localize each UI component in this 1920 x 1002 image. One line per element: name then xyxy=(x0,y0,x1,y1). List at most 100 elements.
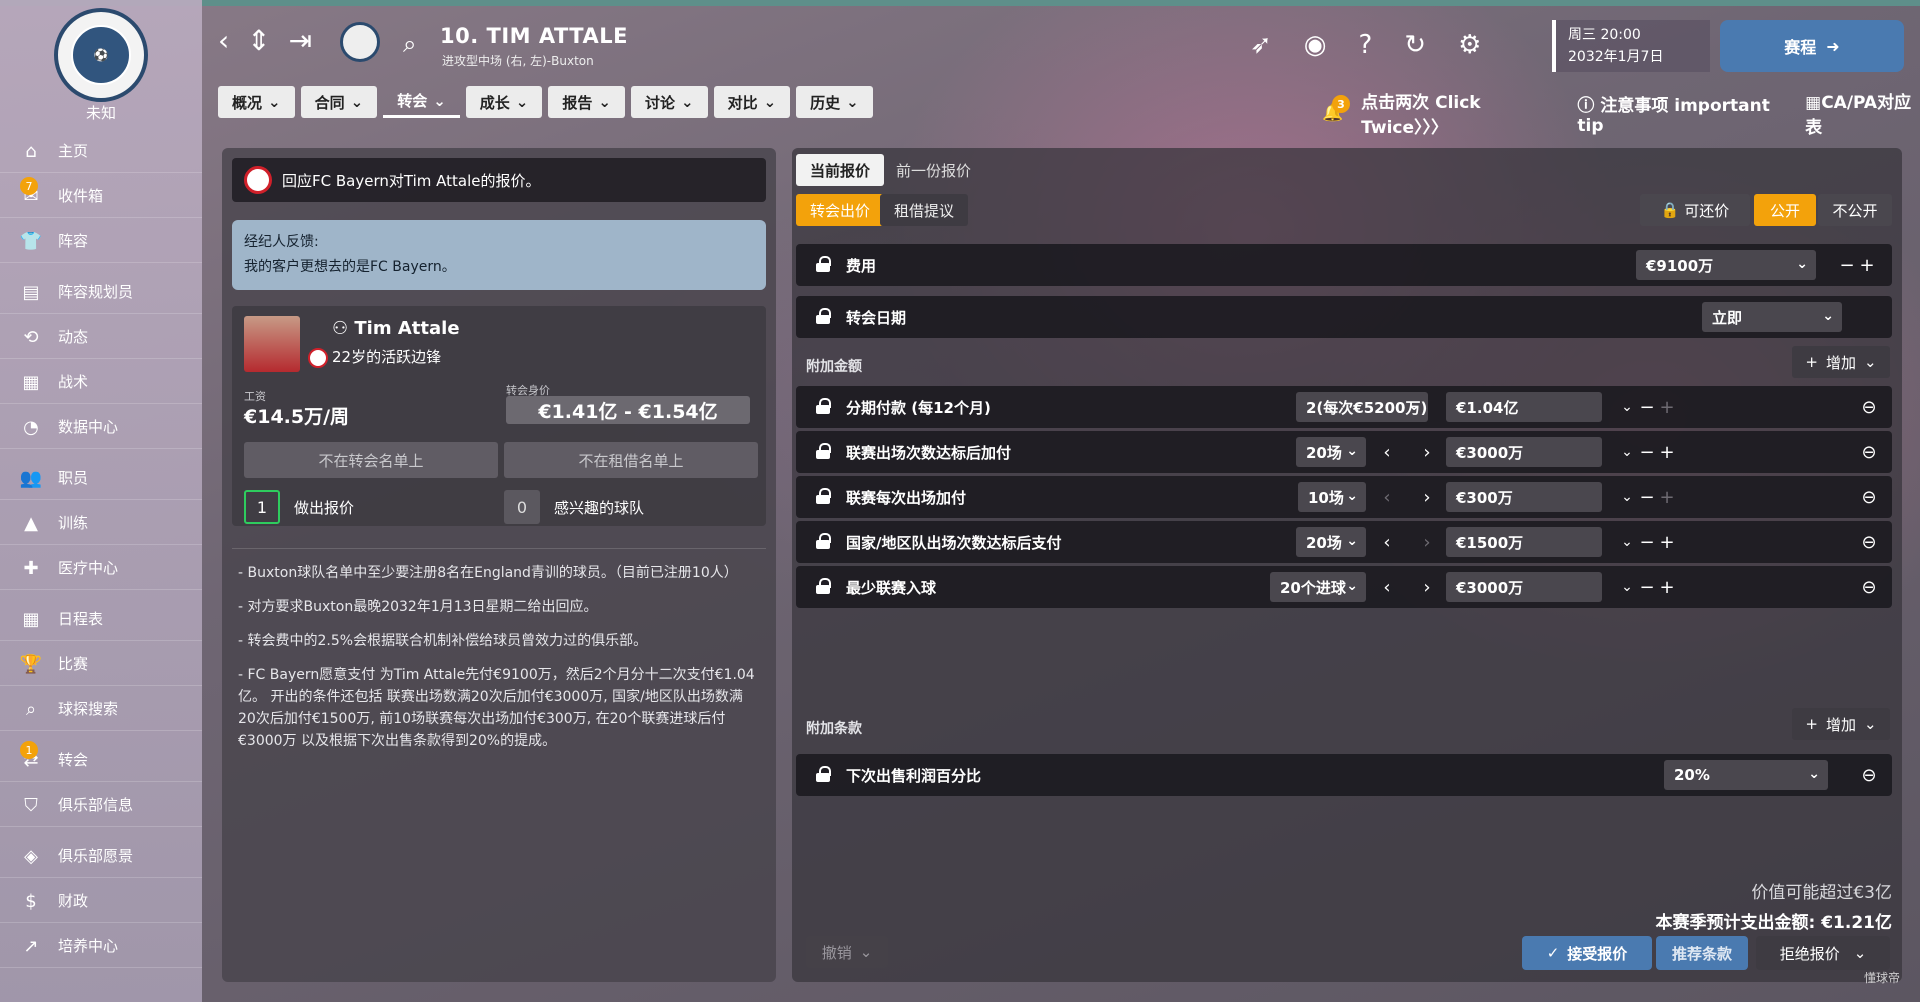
sidebar-item-17[interactable]: ↗ 培养中心 xyxy=(0,923,202,968)
tab-4[interactable]: 报告 ⌄ xyxy=(548,86,625,118)
private-toggle[interactable]: 不公开 xyxy=(1818,194,1892,226)
sidebar-item-15[interactable]: ◈ 俱乐部愿景 xyxy=(0,833,202,878)
sidebar-item-5[interactable]: ▦ 战术 xyxy=(0,359,202,404)
increase-arrow-icon[interactable]: › xyxy=(1412,437,1442,467)
plus-button[interactable]: + xyxy=(1652,572,1682,602)
sidebar-item-0[interactable]: ⌂ 主页 xyxy=(0,128,202,173)
addon-option-select[interactable]: 20个进球 ⌄ xyxy=(1270,572,1366,602)
public-toggle[interactable]: 公开 xyxy=(1754,194,1816,226)
addon-option-select[interactable]: 2(每次€5200万) ⌄ xyxy=(1296,392,1428,422)
sidebar-item-16[interactable]: $ 财政 xyxy=(0,878,202,923)
sidebar-item-2[interactable]: 👕 阵容 xyxy=(0,218,202,263)
remove-circle-icon[interactable]: ⊖ xyxy=(1854,527,1884,557)
back-arrow-icon[interactable]: ‹ xyxy=(218,24,229,57)
sidebar-item-12[interactable]: ⌕ 球探搜索 xyxy=(0,686,202,731)
tab-transfer-offer[interactable]: 转会出价 xyxy=(796,194,885,226)
tab-0[interactable]: 概况 ⌄ xyxy=(218,86,295,118)
refresh-icon[interactable]: ↻ xyxy=(1404,30,1426,60)
sell-on-select[interactable]: 20% ⌄ xyxy=(1664,760,1828,790)
plus-button[interactable]: + xyxy=(1652,482,1682,512)
chevron-down-icon[interactable]: ⌄ xyxy=(1796,256,1808,272)
cancel-button[interactable]: 撤销 ⌄ xyxy=(806,936,888,968)
tab-previous-offer[interactable]: 前一份报价 xyxy=(882,154,985,186)
addon-amount-input[interactable]: €300万 xyxy=(1446,482,1602,512)
negotiable-button[interactable]: 🔒 可还价 xyxy=(1640,194,1750,226)
addon-option-select[interactable]: 20场 ⌄ xyxy=(1296,437,1366,467)
tab-1[interactable]: 合同 ⌄ xyxy=(300,86,378,118)
increase-arrow-icon[interactable]: › xyxy=(1412,572,1442,602)
gear-icon[interactable]: ⚙ xyxy=(1458,30,1481,60)
tab-5[interactable]: 讨论 ⌄ xyxy=(630,86,708,118)
lock-icon[interactable] xyxy=(816,398,831,414)
decrease-arrow-icon[interactable]: ‹ xyxy=(1372,527,1402,557)
sidebar-item-6[interactable]: ◔ 数据中心 xyxy=(0,404,202,449)
add-addon-button[interactable]: + 增加 ⌄ xyxy=(1792,346,1890,378)
addon-amount-input[interactable]: €3000万 xyxy=(1446,572,1602,602)
remove-circle-icon[interactable]: ⊖ xyxy=(1854,437,1884,467)
tip-important[interactable]: ⓘ 注意事项 important tip xyxy=(1577,91,1787,136)
sidebar-item-7[interactable]: 👥 职员 xyxy=(0,455,202,500)
search-icon[interactable]: ⌕ xyxy=(403,30,416,58)
club-logo[interactable]: ⚽ xyxy=(54,8,148,102)
addon-option-select[interactable]: 10场 ⌄ xyxy=(1298,482,1366,512)
lock-icon[interactable] xyxy=(816,488,831,504)
lock-icon[interactable] xyxy=(816,308,831,324)
tip-ca-pa[interactable]: ▦CA/PA对应表 xyxy=(1805,88,1920,138)
sidebar-item-1[interactable]: ✉ 7 收件箱 xyxy=(0,173,202,218)
addon-amount-input[interactable]: €1500万 xyxy=(1446,527,1602,557)
addon-amount-input[interactable]: €3000万 xyxy=(1446,437,1602,467)
suggest-terms-button[interactable]: 推荐条款 xyxy=(1656,936,1748,970)
fee-input[interactable]: €9100万 ⌄ xyxy=(1636,250,1816,280)
up-down-icon[interactable]: ⇕ xyxy=(247,24,270,57)
club-badge-icon[interactable] xyxy=(340,22,380,62)
sidebar-item-11[interactable]: 🏆 比赛 xyxy=(0,641,202,686)
decrease-arrow-icon[interactable]: ‹ xyxy=(1372,572,1402,602)
remove-circle-icon[interactable]: ⊖ xyxy=(1854,392,1884,422)
skip-forward-icon[interactable]: ⇥ xyxy=(289,24,312,57)
fixtures-button[interactable]: 赛程 ➜ xyxy=(1720,20,1904,72)
notification-bell[interactable]: 🔔 3 xyxy=(1322,95,1350,123)
loan-list-button[interactable]: 不在租借名单上 xyxy=(504,442,758,478)
tab-2[interactable]: 转会 ⌄ xyxy=(383,86,460,118)
brain-icon[interactable]: ◉ xyxy=(1304,30,1327,60)
lock-icon[interactable] xyxy=(816,578,831,594)
tab-3[interactable]: 成长 ⌄ xyxy=(465,86,543,118)
remove-circle-icon[interactable]: ⊖ xyxy=(1854,760,1884,790)
help-icon[interactable]: ? xyxy=(1358,30,1372,60)
accept-offer-button[interactable]: ✓ 接受报价 xyxy=(1522,936,1652,970)
plus-button[interactable]: + xyxy=(1652,437,1682,467)
plus-button[interactable]: + xyxy=(1852,250,1882,280)
addon-option-select[interactable]: 20场 ⌄ xyxy=(1296,527,1366,557)
sidebar-item-10[interactable]: ▦ 日程表 xyxy=(0,596,202,641)
tip-click-twice[interactable]: 点击两次 Click Twice〉〉〉 xyxy=(1361,88,1559,138)
addon-amount-input[interactable]: €1.04亿 xyxy=(1446,392,1602,422)
plus-button[interactable]: + xyxy=(1652,527,1682,557)
sidebar-item-14[interactable]: ⛉ 俱乐部信息 xyxy=(0,782,202,827)
player-photo[interactable] xyxy=(244,316,300,372)
offers-stat[interactable]: 1 做出报价 xyxy=(244,490,354,524)
sidebar-item-8[interactable]: ▲ 训练 xyxy=(0,500,202,545)
tab-current-offer[interactable]: 当前报价 xyxy=(796,154,885,186)
sidebar-item-13[interactable]: ⇄ 1 转会 xyxy=(0,737,202,782)
rocket-icon[interactable]: ➶ xyxy=(1250,30,1272,60)
remove-circle-icon[interactable]: ⊖ xyxy=(1854,572,1884,602)
interested-stat[interactable]: 0 感兴趣的球队 xyxy=(504,490,644,524)
tab-7[interactable]: 历史 ⌄ xyxy=(796,86,873,118)
sidebar-item-9[interactable]: ✚ 医疗中心 xyxy=(0,545,202,590)
sidebar-item-3[interactable]: ▤ 阵容规划员 xyxy=(0,269,202,314)
add-clause-button[interactable]: + 增加 ⌄ xyxy=(1792,708,1890,740)
player-name[interactable]: ⚇ Tim Attale xyxy=(332,318,460,339)
tab-loan-offer[interactable]: 租借提议 xyxy=(880,194,969,226)
transfer-date-select[interactable]: 立即 ⌄ xyxy=(1702,302,1842,332)
increase-arrow-icon[interactable]: › xyxy=(1412,527,1442,557)
remove-circle-icon[interactable]: ⊖ xyxy=(1854,482,1884,512)
decrease-arrow-icon[interactable]: ‹ xyxy=(1372,482,1402,512)
plus-button[interactable]: + xyxy=(1652,392,1682,422)
lock-icon[interactable] xyxy=(816,443,831,459)
lock-icon[interactable] xyxy=(816,533,831,549)
sidebar-item-4[interactable]: ⟲ 动态 xyxy=(0,314,202,359)
increase-arrow-icon[interactable]: › xyxy=(1412,482,1442,512)
lock-icon[interactable] xyxy=(816,766,831,782)
lock-icon[interactable] xyxy=(816,256,831,272)
decrease-arrow-icon[interactable]: ‹ xyxy=(1372,437,1402,467)
